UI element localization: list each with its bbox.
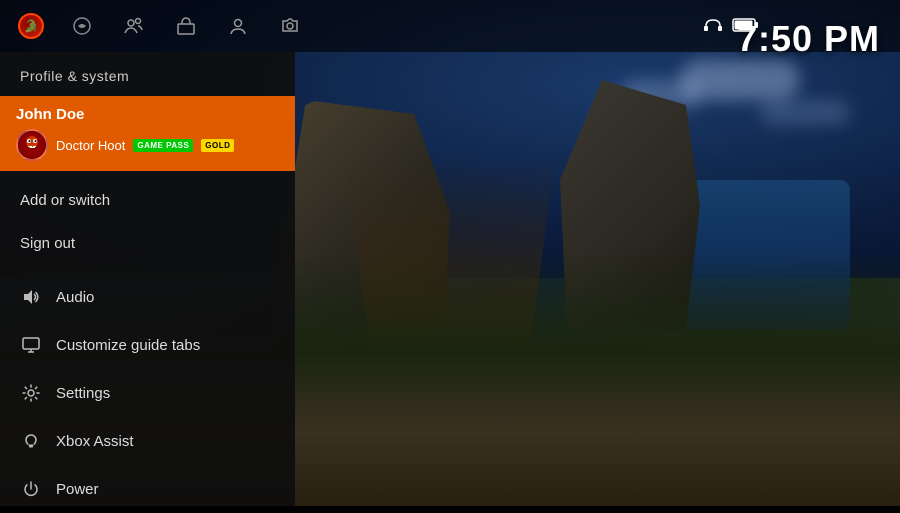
audio-label: Audio <box>56 289 94 306</box>
battery-icon <box>732 17 760 33</box>
profile-system-panel: Profile & system John Doe <box>0 52 295 506</box>
gamertag-text: Doctor Hoot <box>56 138 125 153</box>
gear-icon <box>20 382 42 404</box>
customize-guide-item[interactable]: Customize guide tabs <box>0 321 295 369</box>
user-gamertag-row: Doctor Hoot GAME PASS GOLD <box>16 129 279 161</box>
bulb-icon <box>20 430 42 452</box>
user-name: John Doe <box>16 106 279 123</box>
headset-icon <box>702 14 724 36</box>
nav-home[interactable] <box>68 12 96 40</box>
sign-out-item[interactable]: Sign out <box>0 222 295 265</box>
settings-label: Settings <box>56 385 110 402</box>
add-switch-item[interactable]: Add or switch <box>0 179 295 222</box>
user-account-item[interactable]: John Doe <box>0 96 295 171</box>
user-nav-avatar[interactable]: 🐊 <box>18 13 44 39</box>
nav-capture[interactable] <box>276 12 304 40</box>
avatar-face <box>18 131 46 159</box>
power-label: Power <box>56 481 99 498</box>
badge-gamepass: GAME PASS <box>133 139 193 152</box>
xbox-assist-label: Xbox Assist <box>56 433 134 450</box>
nav-social[interactable] <box>120 12 148 40</box>
customize-guide-label: Customize guide tabs <box>56 337 200 354</box>
settings-item[interactable]: Settings <box>0 369 295 417</box>
monitor-icon <box>20 334 42 356</box>
nav-store[interactable] <box>172 12 200 40</box>
power-icon <box>20 478 42 500</box>
nav-profile[interactable] <box>224 12 252 40</box>
audio-item[interactable]: Audio <box>0 273 295 321</box>
badge-gold: GOLD <box>201 139 234 152</box>
user-avatar <box>16 129 48 161</box>
audio-icon <box>20 286 42 308</box>
status-icons <box>702 14 760 36</box>
panel-title: Profile & system <box>0 52 295 96</box>
xbox-assist-item[interactable]: Xbox Assist <box>0 417 295 465</box>
